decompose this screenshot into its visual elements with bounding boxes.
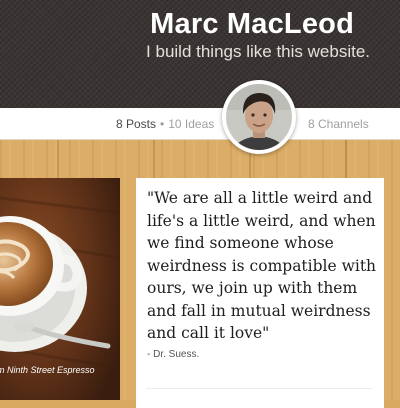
card-divider <box>146 388 372 389</box>
photo-caption: m Ninth Street Espresso <box>0 365 95 375</box>
channels-count-link[interactable]: 8 Channels <box>308 117 369 131</box>
avatar[interactable] <box>222 80 296 154</box>
stats-separator: • <box>160 117 165 131</box>
posts-count-link[interactable]: 8 Posts <box>116 117 156 131</box>
avatar-photo <box>226 84 292 150</box>
profile-name: Marc MacLeod <box>150 8 354 40</box>
ideas-count-link[interactable]: 10 Ideas <box>168 117 214 131</box>
profile-tagline: I build things like this website. <box>146 42 370 61</box>
quote-author: - Dr. Suess. <box>147 349 200 360</box>
stats-bar: 8 Posts • 10 Ideas 8 Channels <box>0 108 400 140</box>
stats-left: 8 Posts • 10 Ideas <box>116 117 214 131</box>
quote-text: "We are all a little weird and life's a … <box>147 189 377 342</box>
profile-header: Marc MacLeod I build things like this we… <box>0 0 400 108</box>
